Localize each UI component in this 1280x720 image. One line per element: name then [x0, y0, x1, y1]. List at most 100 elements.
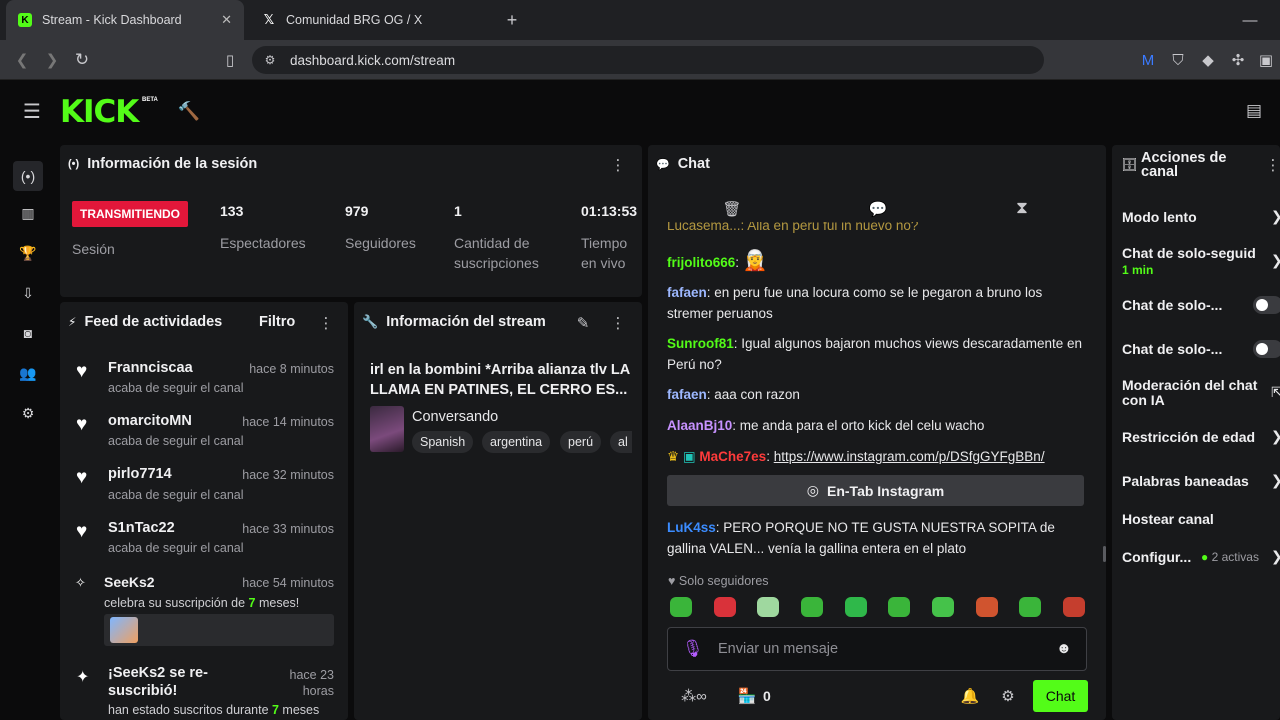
feed-more-icon[interactable]: ⋮ [318, 314, 334, 332]
chat-username[interactable]: AlaanBj10 [667, 418, 732, 433]
action-chat-mode-2[interactable]: Chat de solo-... [1122, 341, 1222, 357]
chat-settings-icon[interactable]: ⚙ [998, 686, 1018, 706]
tag-chip[interactable]: Spanish [412, 431, 474, 453]
minimize-icon[interactable]: — [1240, 10, 1260, 30]
stream-title: irl en la bombini *Arriba alianza tlv LA… [370, 362, 630, 398]
sub-event-emote-box [104, 614, 334, 646]
emote-button[interactable] [888, 597, 910, 617]
feed-item-sub: acaba de seguir el canal [108, 434, 244, 448]
action-age-restriction[interactable]: Restricción de edad [1122, 429, 1255, 445]
emote-button[interactable] [976, 597, 998, 617]
emote-button[interactable] [670, 597, 692, 617]
feed-filter-button[interactable]: Filtro [259, 314, 295, 330]
action-configuration[interactable]: Configur... [1122, 549, 1191, 565]
feed-item-name[interactable]: omarcitoMN [108, 413, 192, 429]
action-slow-mode[interactable]: Modo lento [1122, 209, 1197, 225]
shield-icon[interactable]: ⛉ [1168, 50, 1188, 70]
action-banned-words[interactable]: Palabras baneadas [1122, 473, 1249, 489]
open-instagram-button[interactable]: ◎ En-Tab Instagram [667, 475, 1084, 506]
emote-button[interactable] [757, 597, 779, 617]
emote-button[interactable] [845, 597, 867, 617]
sidebar-icon[interactable]: ▣ [1256, 50, 1276, 70]
chat-input-box[interactable]: 🎙 Enviar un mensaje ☻ [667, 627, 1087, 671]
trash-icon[interactable]: 🗑 [722, 200, 742, 218]
settings-icon[interactable]: ⚙ [16, 401, 40, 425]
category-name[interactable]: Conversando [412, 409, 498, 425]
emote-button[interactable] [1019, 597, 1041, 617]
chat-username[interactable]: LuK4ss [667, 520, 716, 535]
chat-username[interactable]: MaChe7es [699, 449, 766, 464]
chat-link[interactable]: https://www.instagram.com/p/DSfgGYFgBBn/ [774, 449, 1045, 464]
forward-icon[interactable]: ❯ [42, 50, 62, 70]
action-host-channel[interactable]: Hostear canal [1122, 511, 1214, 527]
sub-event-name[interactable]: SeeKs2 [104, 574, 155, 590]
emote-button[interactable] [1063, 597, 1085, 617]
chat-popout-icon[interactable]: 💬 [868, 200, 888, 218]
resub-title[interactable]: ¡SeeKs2 se re-suscribió! [108, 664, 238, 700]
download-icon[interactable]: ⇩ [16, 281, 40, 305]
users-icon[interactable]: 👥 [16, 361, 40, 385]
feed-item-time: hace 33 minutos [242, 522, 334, 536]
store-icon[interactable]: 🏪 [737, 686, 757, 706]
hourglass-icon[interactable]: ⧗ [1012, 198, 1032, 218]
sub-event-text: celebra su suscripción de 7 meses! [104, 596, 299, 610]
actions-more-icon[interactable]: ⋮ [1266, 156, 1280, 174]
emote-button[interactable] [714, 597, 736, 617]
microphone-icon[interactable]: 🎙 [682, 639, 704, 659]
hammer-icon[interactable]: 🔨 [178, 100, 200, 122]
bookmark-icon[interactable]: ▯ [220, 50, 240, 70]
camera-icon[interactable]: ◙ [16, 321, 40, 345]
tag-chip[interactable]: argentina [482, 431, 551, 453]
trophy-icon[interactable]: 🏆 [16, 241, 40, 265]
infinity-points-icon[interactable]: ⁂∞ [672, 686, 716, 706]
send-chat-button[interactable]: Chat [1033, 680, 1088, 712]
emote-button[interactable] [932, 597, 954, 617]
kick-logo[interactable]: KICK [60, 94, 139, 130]
chat-message: ♛ ▣ MaChe7es: https://www.instagram.com/… [667, 449, 1045, 464]
action-followers-only[interactable]: Chat de solo-seguid [1122, 245, 1272, 261]
gift-box-icon[interactable]: ▤ [1242, 100, 1266, 122]
session-panel-title: (•) Información de la sesión [68, 156, 257, 172]
toggle-switch[interactable] [1253, 340, 1280, 358]
feed-item-time: hace 8 minutos [249, 362, 334, 376]
action-ai-moderation[interactable]: Moderación del chat con IA [1122, 378, 1262, 408]
actions-icon: 🗄 [1121, 157, 1138, 172]
feed-item-name[interactable]: S1nTac22 [108, 520, 175, 536]
browser-tab-bar: K Stream - Kick Dashboard ✕ 𝕏 Comunidad … [0, 0, 1280, 40]
chat-username[interactable]: frijolito666 [667, 255, 735, 270]
browser-tab-kick[interactable]: K Stream - Kick Dashboard ✕ [6, 0, 244, 40]
extension-diamond-icon[interactable]: ◆ [1198, 50, 1218, 70]
emoji-picker-icon[interactable]: ☻ [1056, 640, 1072, 657]
site-settings-icon[interactable]: ⚙ [262, 52, 278, 68]
live-time-value: 01:13:53 [581, 203, 638, 219]
url-text: dashboard.kick.com/stream [290, 52, 456, 68]
bell-icon[interactable]: 🔔 [960, 686, 980, 706]
stream-info-more-icon[interactable]: ⋮ [610, 314, 626, 332]
stream-broadcast-icon[interactable]: (•) [13, 161, 43, 191]
address-bar[interactable]: ⚙ dashboard.kick.com/stream [252, 46, 1044, 74]
menu-icon[interactable]: ☰ [20, 100, 44, 123]
edit-pencil-icon[interactable]: ✎ [574, 314, 592, 332]
followers-only-duration: 1 min [1122, 263, 1154, 277]
close-tab-icon[interactable]: ✕ [221, 12, 232, 28]
feed-item-name[interactable]: pirlo7714 [108, 466, 172, 482]
feed-item-name[interactable]: Frannciscaa [108, 360, 193, 376]
browser-tab-x[interactable]: 𝕏 Comunidad BRG OG / X [250, 0, 488, 40]
emote-button[interactable] [801, 597, 823, 617]
analytics-icon[interactable]: ▥ [16, 201, 40, 225]
chat-username[interactable]: fafaen [667, 387, 707, 402]
toggle-switch[interactable] [1253, 296, 1280, 314]
puzzle-icon[interactable]: ✣ [1228, 50, 1248, 70]
chat-username[interactable]: Sunroof81 [667, 336, 734, 351]
action-chat-mode-1[interactable]: Chat de solo-... [1122, 297, 1222, 313]
session-more-icon[interactable]: ⋮ [610, 156, 626, 174]
new-tab-icon[interactable]: + [502, 10, 522, 30]
chat-username[interactable]: fafaen [667, 285, 707, 300]
tag-chip[interactable]: perú [560, 431, 602, 453]
category-thumbnail[interactable] [370, 406, 404, 452]
tag-chip[interactable]: al [610, 431, 632, 453]
chat-scrollbar[interactable] [1103, 546, 1106, 562]
extension-m-icon[interactable]: M [1138, 50, 1158, 70]
back-icon[interactable]: ❮ [12, 50, 32, 70]
reload-icon[interactable]: ↻ [72, 50, 92, 70]
